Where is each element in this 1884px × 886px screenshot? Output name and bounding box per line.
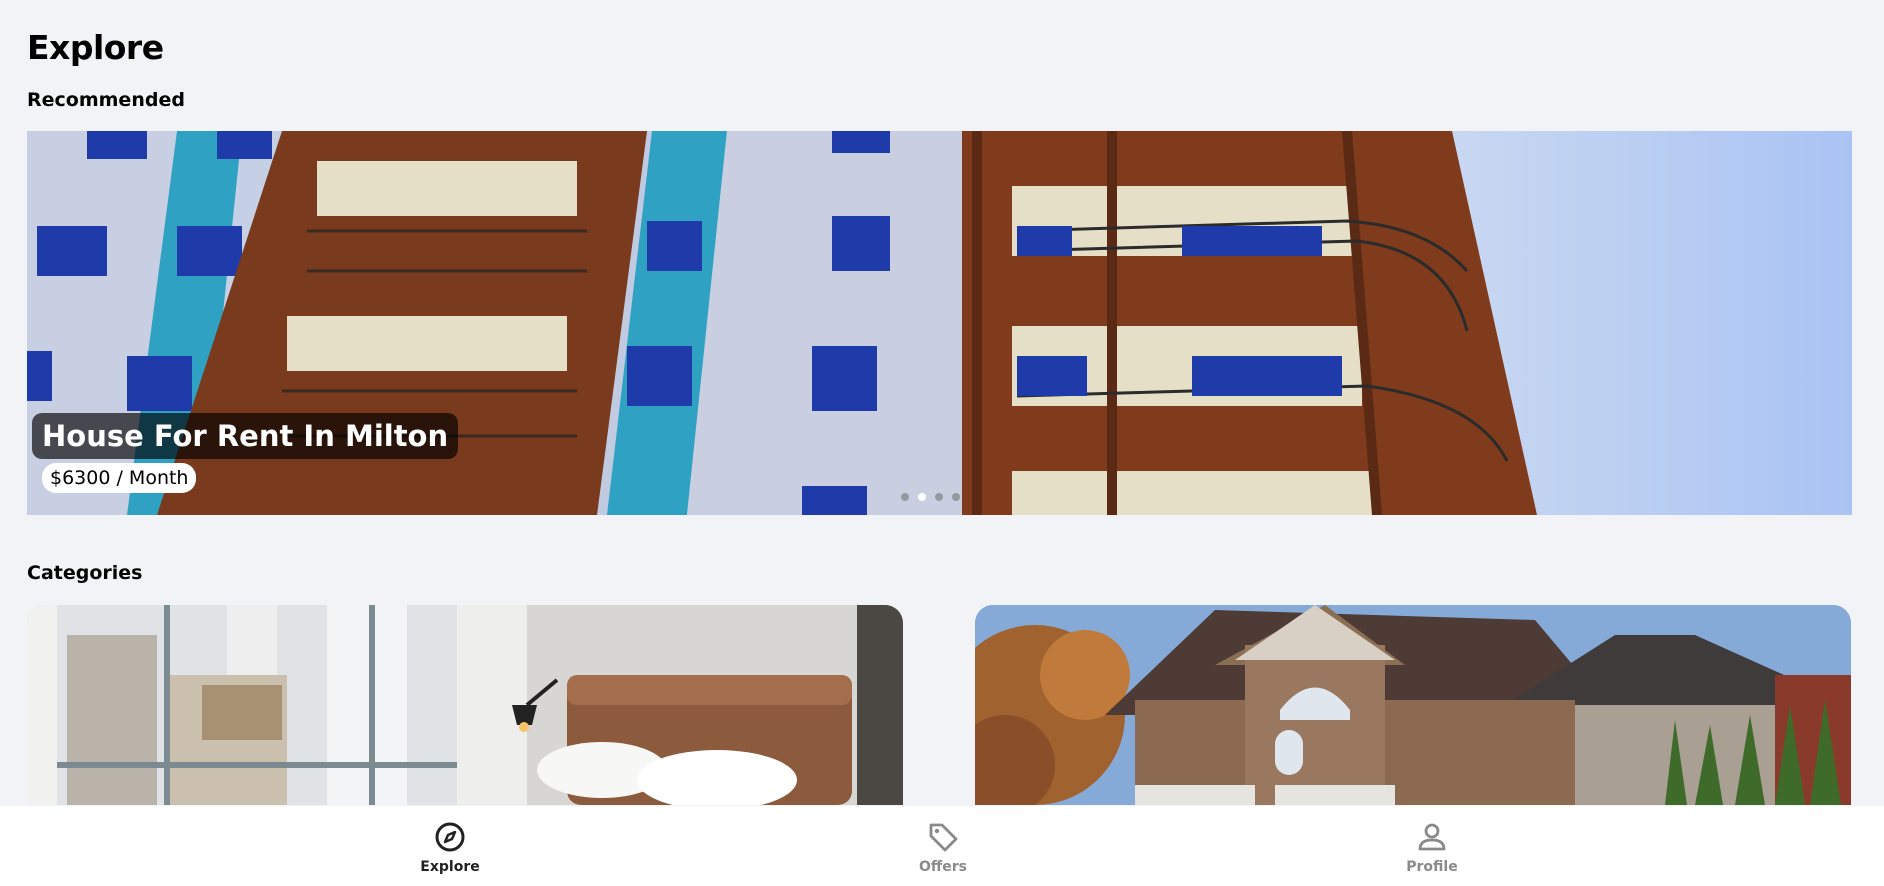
nav-item-explore[interactable]: Explore bbox=[390, 820, 510, 875]
page-title: Explore bbox=[27, 28, 164, 67]
person-icon bbox=[1418, 823, 1446, 851]
carousel-dot[interactable] bbox=[952, 493, 960, 501]
carousel-dot-active[interactable] bbox=[918, 493, 926, 501]
category-card-sale[interactable] bbox=[975, 605, 1851, 805]
nav-label-explore: Explore bbox=[420, 859, 480, 875]
nav-label-profile: Profile bbox=[1406, 859, 1458, 875]
listing-title[interactable]: House For Rent In Milton bbox=[32, 413, 459, 459]
category-card-rent[interactable] bbox=[27, 605, 903, 805]
house-image bbox=[975, 605, 1851, 805]
bottom-navigation: Explore Offers Profile bbox=[0, 806, 1884, 886]
tag-icon bbox=[929, 823, 958, 852]
carousel-dot[interactable] bbox=[901, 493, 909, 501]
nav-item-profile[interactable]: Profile bbox=[1372, 820, 1492, 875]
carousel-dot[interactable] bbox=[935, 493, 943, 501]
bedroom-image bbox=[27, 605, 903, 805]
categories-heading: Categories bbox=[27, 562, 143, 584]
recommended-heading: Recommended bbox=[27, 89, 185, 111]
compass-icon bbox=[435, 822, 465, 852]
carousel-pagination bbox=[901, 493, 960, 501]
nav-item-offers[interactable]: Offers bbox=[883, 820, 1003, 875]
recommended-carousel[interactable]: House For Rent In Milton $6300 / Month bbox=[27, 131, 1852, 515]
explore-page: Explore Recommended House For Rent In Mi… bbox=[0, 0, 1884, 886]
listing-price-badge: $6300 / Month bbox=[42, 463, 197, 493]
nav-label-offers: Offers bbox=[919, 859, 967, 875]
